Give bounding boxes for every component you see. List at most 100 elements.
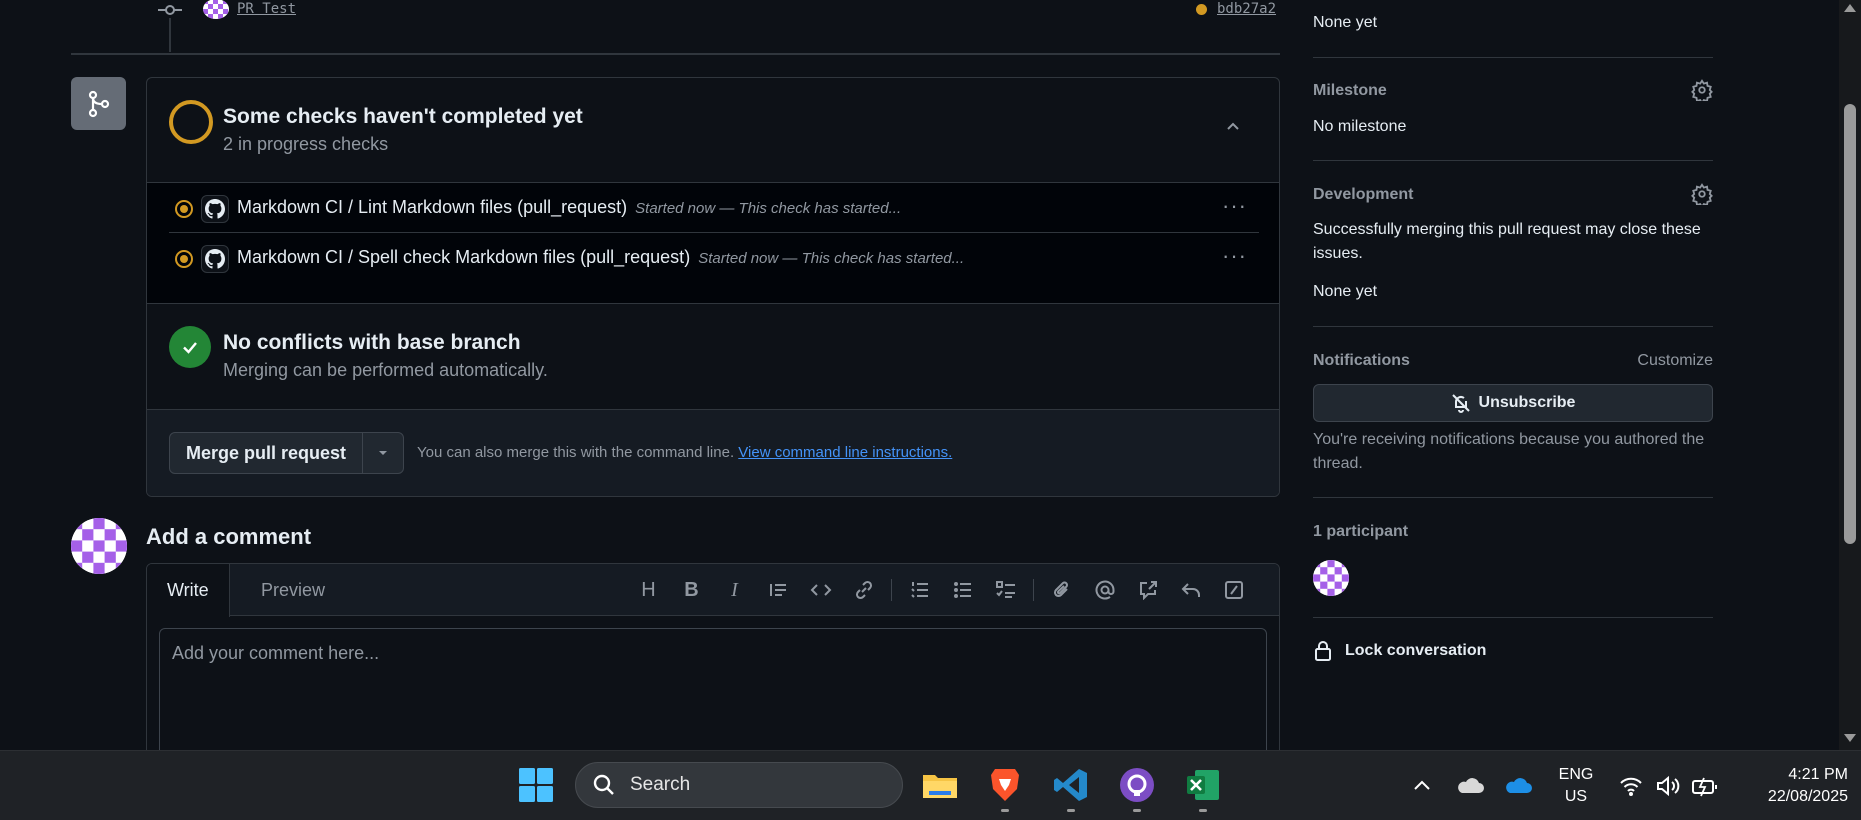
reply-icon: [1181, 583, 1200, 597]
pending-status-icon: [169, 100, 213, 144]
more-options-icon[interactable]: ···: [1222, 193, 1247, 219]
checks-list: Markdown CI / Lint Markdown files (pull_…: [147, 183, 1279, 304]
page-scrollbar[interactable]: [1839, 0, 1861, 750]
merge-pull-request-button[interactable]: Merge pull request: [170, 433, 364, 473]
sidebar-divider: [1313, 617, 1713, 618]
bold-icon: B: [684, 578, 699, 601]
battery-charging-icon[interactable]: [1691, 775, 1719, 797]
commit-sha-link[interactable]: bdb27a2: [1217, 1, 1276, 17]
volume-icon[interactable]: [1655, 774, 1681, 798]
gear-icon[interactable]: [1691, 183, 1713, 205]
onedrive-icon[interactable]: [1503, 775, 1533, 795]
github-icon: [201, 195, 229, 223]
merge-hint: You can also merge this with the command…: [417, 444, 952, 461]
ordered-list-button[interactable]: [898, 564, 941, 616]
check-name[interactable]: Markdown CI / Lint Markdown files (pull_…: [237, 197, 627, 217]
linked-value: None yet: [1313, 14, 1378, 31]
check-item[interactable]: Markdown CI / Lint Markdown files (pull_…: [169, 183, 1259, 233]
scroll-up-arrow-icon[interactable]: [1844, 4, 1856, 12]
slash-commands-button[interactable]: [1212, 564, 1255, 616]
development-value: None yet: [1313, 283, 1378, 300]
gear-icon[interactable]: [1691, 79, 1713, 101]
development-heading: Development: [1313, 186, 1414, 203]
link-button[interactable]: [842, 564, 885, 616]
commit-author-avatar[interactable]: [203, 0, 229, 19]
excel-icon[interactable]: [1183, 765, 1223, 812]
task-list-button[interactable]: [984, 564, 1027, 616]
checks-summary[interactable]: Some checks haven't completed yet 2 in p…: [147, 78, 1279, 183]
sidebar-divider: [1313, 57, 1713, 58]
merge-box: Some checks haven't completed yet 2 in p…: [146, 77, 1280, 497]
cross-reference-icon: [1139, 581, 1157, 600]
input-language-indicator[interactable]: ENG US: [1554, 764, 1598, 808]
attach-button[interactable]: [1040, 564, 1083, 616]
merge-actions: Merge pull request You can also merge th…: [147, 410, 1279, 496]
code-button[interactable]: [799, 564, 842, 616]
checks-subtitle: 2 in progress checks: [223, 134, 389, 154]
in-progress-icon: [175, 200, 193, 218]
in-progress-icon: [175, 250, 193, 268]
github-pr-page: PR Test bdb27a2 Some checks haven't comp…: [0, 0, 1861, 820]
scroll-down-arrow-icon[interactable]: [1844, 734, 1856, 742]
chevron-up-icon[interactable]: [1412, 778, 1432, 792]
add-comment-heading: Add a comment: [146, 524, 312, 549]
taskbar-search[interactable]: Search: [575, 762, 903, 808]
customize-link[interactable]: Customize: [1637, 352, 1713, 370]
merge-method-dropdown[interactable]: [363, 433, 403, 473]
notifications-heading: Notifications: [1313, 352, 1410, 369]
brave-browser-icon[interactable]: [985, 765, 1025, 812]
ordered-list-icon: [910, 582, 928, 598]
participants-heading: 1 participant: [1313, 523, 1409, 540]
unordered-list-icon: [953, 582, 971, 598]
lock-icon: [1315, 641, 1331, 661]
github-desktop-icon[interactable]: [1117, 765, 1157, 812]
conflicts-subtitle: Merging can be performed automatically.: [223, 360, 548, 380]
reference-button[interactable]: [1126, 564, 1169, 616]
check-name[interactable]: Markdown CI / Spell check Markdown files…: [237, 247, 690, 267]
unsubscribe-button[interactable]: Unsubscribe: [1313, 384, 1713, 422]
sidebar-divider: [1313, 497, 1713, 498]
git-commit-icon: [158, 5, 182, 15]
mention-button[interactable]: [1083, 564, 1126, 616]
app-running-indicator: [1067, 809, 1075, 812]
checks-title: Some checks haven't completed yet: [223, 105, 583, 128]
vscode-icon[interactable]: [1051, 765, 1091, 812]
command-line-instructions-link[interactable]: View command line instructions.: [738, 444, 952, 461]
reply-button[interactable]: [1169, 564, 1212, 616]
search-icon: [593, 774, 614, 795]
heading-button[interactable]: H: [627, 564, 670, 616]
quote-button[interactable]: [756, 564, 799, 616]
italic-button[interactable]: I: [713, 564, 756, 616]
commit-status-pending-dot[interactable]: [1196, 4, 1207, 15]
comment-textarea[interactable]: Add your comment here...: [159, 628, 1267, 762]
lock-conversation-button[interactable]: Lock conversation: [1313, 640, 1486, 662]
avatar[interactable]: [71, 518, 127, 574]
windows-start-icon[interactable]: [518, 767, 554, 803]
chevron-up-icon[interactable]: [1225, 118, 1241, 134]
scroll-thumb[interactable]: [1844, 104, 1856, 544]
tab-preview[interactable]: Preview: [241, 564, 345, 616]
check-meta: Started now — This check has started...: [698, 250, 965, 267]
notifications-reason: You're receiving notifications because y…: [1313, 431, 1705, 472]
unordered-list-button[interactable]: [941, 564, 984, 616]
file-explorer-icon[interactable]: [920, 765, 960, 805]
commit-message-link[interactable]: PR Test: [237, 1, 296, 17]
merge-hint-text: You can also merge this with the command…: [417, 444, 735, 461]
bold-button[interactable]: B: [670, 564, 713, 616]
language-code: ENG: [1558, 766, 1594, 783]
cloud-icon[interactable]: [1455, 775, 1485, 795]
more-options-icon[interactable]: ···: [1222, 243, 1247, 269]
timeline-end-divider: [71, 53, 1280, 55]
check-item[interactable]: Markdown CI / Spell check Markdown files…: [169, 233, 1259, 283]
conflicts-status: No conflicts with base branch Merging ca…: [147, 304, 1279, 410]
milestone-heading: Milestone: [1313, 82, 1387, 99]
conflicts-title: No conflicts with base branch: [223, 331, 521, 354]
tab-write[interactable]: Write: [147, 564, 230, 617]
editor-tabs: Write Preview H B I: [147, 564, 1279, 617]
app-running-indicator: [1199, 809, 1207, 812]
wifi-icon[interactable]: [1619, 775, 1643, 797]
mention-icon: [1095, 580, 1114, 600]
system-clock[interactable]: 4:21 PM 22/08/2025: [1730, 764, 1848, 808]
github-icon: [201, 245, 229, 273]
participant-avatar[interactable]: [1313, 560, 1349, 596]
